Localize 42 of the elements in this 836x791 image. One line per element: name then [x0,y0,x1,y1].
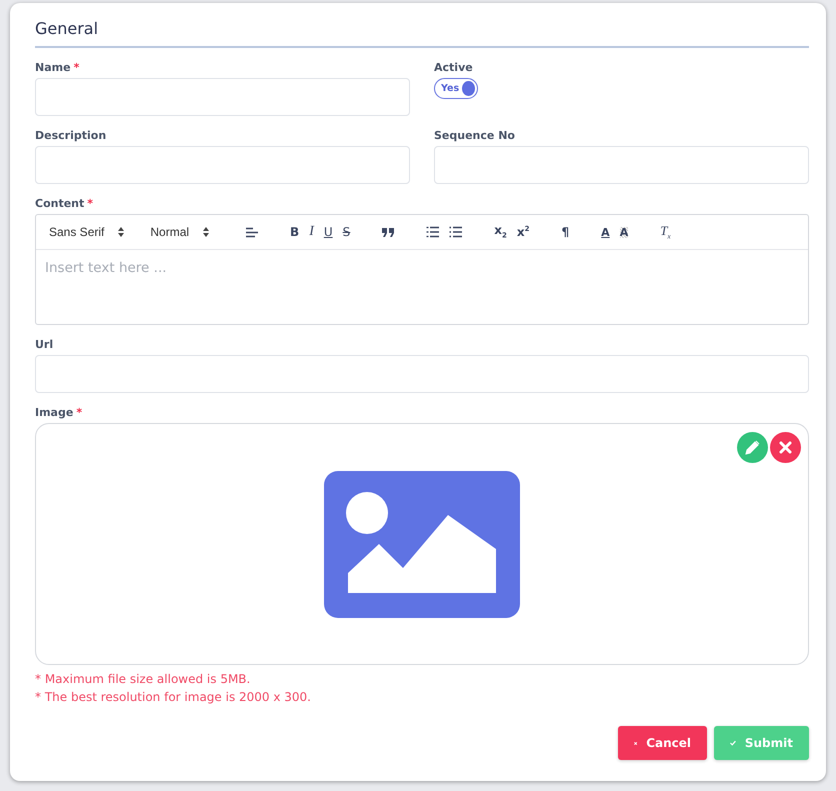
updown-arrow-icon [118,227,124,237]
check-icon [730,738,736,748]
image-drop-area[interactable] [35,423,809,665]
dropdown[interactable]: Sans Serif [49,225,124,239]
hint-text: * The best resolution for image is 2000 x 300. [35,689,312,706]
bold-button[interactable]: B [290,226,300,238]
pencil-icon [745,440,760,455]
close-icon [779,441,792,454]
field-label: Sequence No [434,129,515,142]
script-button[interactable]: x$_{2}$ [494,224,507,240]
bullet-list-icon[interactable] [449,226,462,238]
field-label: Content * [35,197,94,210]
field-label: Active [434,61,473,74]
underline-button[interactable]: U [324,226,333,238]
placeholder-text: Insert text here ... [45,260,167,276]
quote-icon[interactable] [382,228,394,236]
input-field[interactable] [35,78,410,116]
clear-format-button[interactable]: T$_{x}$ [660,224,671,240]
field-label: Description [35,129,106,142]
toggle-switch[interactable]: Yes [434,78,478,99]
numbered-list-icon[interactable] [426,226,440,238]
hint-text: * Maximum file size allowed is 5MB. [35,671,252,688]
input-field[interactable] [434,146,809,184]
image-placeholder-icon [324,470,520,618]
remove-button[interactable] [770,432,801,463]
dropdown[interactable]: Normal [150,225,210,239]
text-color-button[interactable]: A [601,226,610,238]
edit-button[interactable] [737,432,768,463]
cancel-button[interactable]: Cancel [618,726,707,760]
align-icon[interactable] [245,226,258,238]
updown-arrow-icon [203,227,210,237]
script-button[interactable]: x$^{2}$ [516,226,530,238]
input-field[interactable] [35,146,410,184]
field-label: Url [35,338,54,351]
section-title: General [35,15,809,48]
field-label: Name * [35,61,80,74]
text-direction-button[interactable]: ¶ [562,226,570,238]
field-label: Image * [35,406,82,419]
strikethrough-button[interactable]: S [342,226,350,238]
background-color-button[interactable]: A [620,226,628,238]
italic-button[interactable]: I [309,225,314,239]
input-field[interactable] [35,355,809,393]
